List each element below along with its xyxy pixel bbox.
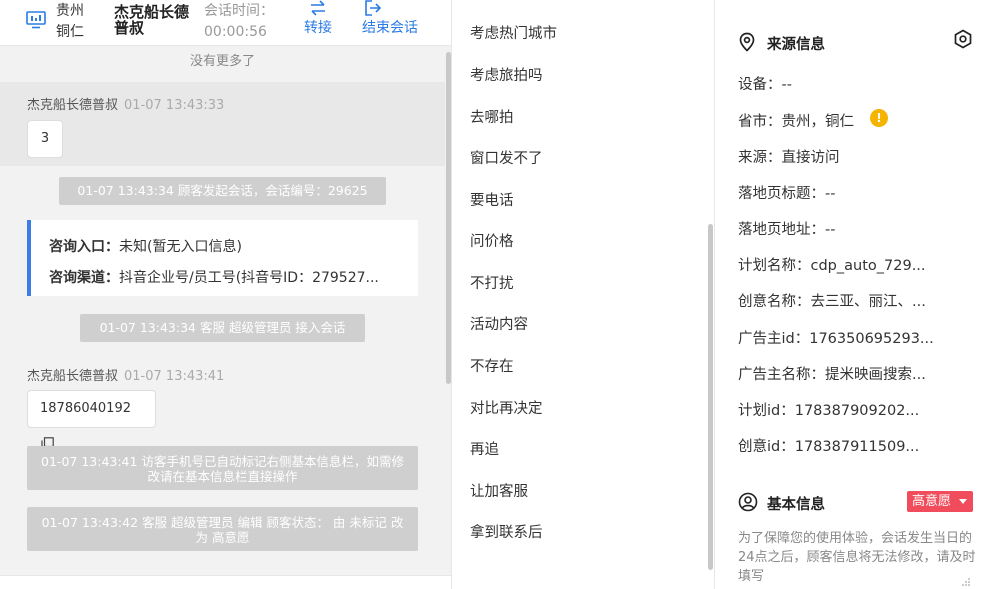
quick-reply-item[interactable]: 问价格 <box>470 230 514 251</box>
info-pane: 来源信息 设备：-- 省市：贵州，铜仁 ! 来源：直接访问 落地页标题：-- 落… <box>716 0 995 589</box>
consult-channel: 咨询渠道：抖音企业号/员工号(抖音号ID：279527... <box>49 270 379 286</box>
session-time-value: 00:00:56 <box>204 24 267 40</box>
quick-reply-item[interactable]: 对比再决定 <box>470 397 543 418</box>
field-source: 来源：直接访问 <box>738 150 840 166</box>
monitor-icon <box>26 11 46 29</box>
end-session-label: 结束会话 <box>362 20 418 36</box>
quick-reply-item[interactable]: 不打扰 <box>470 272 514 293</box>
chat-header: 贵州 铜仁 杰克船长德普叔 会话时间： 00:00:56 转接 结束会话 <box>0 0 451 46</box>
warning-icon[interactable]: ! <box>870 109 888 127</box>
field-plan-name: 计划名称：cdp_auto_729... <box>738 258 926 274</box>
field-plan-id: 计划id：178387909202... <box>738 403 920 419</box>
caret-down-icon <box>959 499 967 504</box>
chat-scrollbar[interactable] <box>446 52 451 384</box>
user-circle-icon <box>738 492 758 512</box>
message-sender: 杰克船长德普叔 01-07 13:43:33 <box>27 94 224 113</box>
quick-reply-scrollbar[interactable] <box>708 224 713 570</box>
quick-reply-item[interactable]: 去哪拍 <box>470 106 514 127</box>
quick-reply-item[interactable]: 不存在 <box>470 355 514 376</box>
source-info-title-text: 来源信息 <box>767 37 825 53</box>
basic-info-title-text: 基本信息 <box>767 497 825 513</box>
sender-name: 杰克船长德普叔 <box>27 369 119 384</box>
chat-input-toolbar <box>0 575 451 589</box>
quick-reply-item[interactable]: 再追 <box>470 438 499 459</box>
resize-handle-icon[interactable] <box>961 577 971 587</box>
system-message: 01-07 13:43:41 访客手机号已自动标记右侧基本信息栏，如需修改请在基… <box>27 446 418 490</box>
field-province-city: 省市：贵州，铜仁 <box>738 114 854 130</box>
field-landing-title: 落地页标题：-- <box>738 186 836 202</box>
quick-reply-item[interactable]: 考虑旅拍吗 <box>470 64 543 85</box>
transfer-button[interactable]: 转接 <box>300 0 336 44</box>
transfer-label: 转接 <box>304 20 332 36</box>
system-message: 01-07 13:43:42 客服 超级管理员 编辑 顾客状态： 由 未标记 改… <box>27 507 418 551</box>
system-message: 01-07 13:43:34 客服 超级管理员 接入会话 <box>80 314 365 342</box>
quick-reply-pane: 考虑热门城市 考虑旅拍吗 去哪拍 窗口发不了 要电话 问价格 不打扰 活动内容 … <box>452 0 715 589</box>
field-landing-url: 落地页地址：-- <box>738 222 836 238</box>
field-advertiser-id: 广告主id：176350695293... <box>738 331 934 347</box>
session-time-label: 会话时间： <box>204 3 274 19</box>
end-session-button[interactable]: 结束会话 <box>362 0 426 44</box>
message-time: 01-07 13:43:41 <box>124 369 225 384</box>
field-device: 设备：-- <box>738 77 792 93</box>
intent-status-label: 高意愿 <box>912 494 952 509</box>
field-creative-id: 创意id：178387911509... <box>738 439 920 455</box>
message-time: 01-07 13:43:33 <box>124 98 225 113</box>
quick-reply-item[interactable]: 拿到联系后 <box>470 521 543 542</box>
message-bubble[interactable]: 18786040192 <box>27 390 156 450</box>
edit-notice: 为了保障您的使用体验，会话发生当日的24点之后，顾客信息将无法修改，请及时填写 <box>738 531 976 584</box>
view-settings-icon[interactable] <box>953 29 973 49</box>
visitor-location: 贵州 铜仁 <box>56 3 84 40</box>
consult-entry: 咨询入口：未知(暂无入口信息) <box>49 239 242 255</box>
message-sender: 杰克船长德普叔 01-07 13:43:41 <box>27 365 224 384</box>
quick-reply-item[interactable]: 要电话 <box>470 189 514 210</box>
quick-reply-item[interactable]: 考虑热门城市 <box>470 22 557 43</box>
quick-reply-item[interactable]: 让加客服 <box>470 480 528 501</box>
field-creative-name: 创意名称：去三亚、丽江、... <box>738 294 926 310</box>
visitor-name: 杰克船长德普叔 <box>114 3 190 37</box>
message-bubble: 3 <box>27 120 63 158</box>
no-more-hint: 没有更多了 <box>189 54 255 69</box>
consult-info-card: 咨询入口：未知(暂无入口信息) 咨询渠道：抖音企业号/员工号(抖音号ID：279… <box>27 220 418 296</box>
quick-reply-item[interactable]: 活动内容 <box>470 313 528 334</box>
transfer-icon <box>311 0 325 16</box>
system-message: 01-07 13:43:34 顾客发起会话，会话编号：29625 <box>59 177 386 205</box>
quick-reply-item[interactable]: 窗口发不了 <box>470 147 543 168</box>
chat-pane: 贵州 铜仁 杰克船长德普叔 会话时间： 00:00:56 转接 结束会话 没有更… <box>0 0 452 589</box>
intent-status-dropdown[interactable]: 高意愿 <box>907 491 973 512</box>
session-time: 会话时间： 00:00:56 <box>204 1 288 43</box>
phone-number-text: 18786040192 <box>40 401 131 416</box>
exit-icon <box>365 0 382 16</box>
field-advertiser-name: 广告主名称：提米映画搜索... <box>738 367 926 383</box>
sender-name: 杰克船长德普叔 <box>27 98 119 113</box>
location-pin-icon <box>739 32 755 52</box>
